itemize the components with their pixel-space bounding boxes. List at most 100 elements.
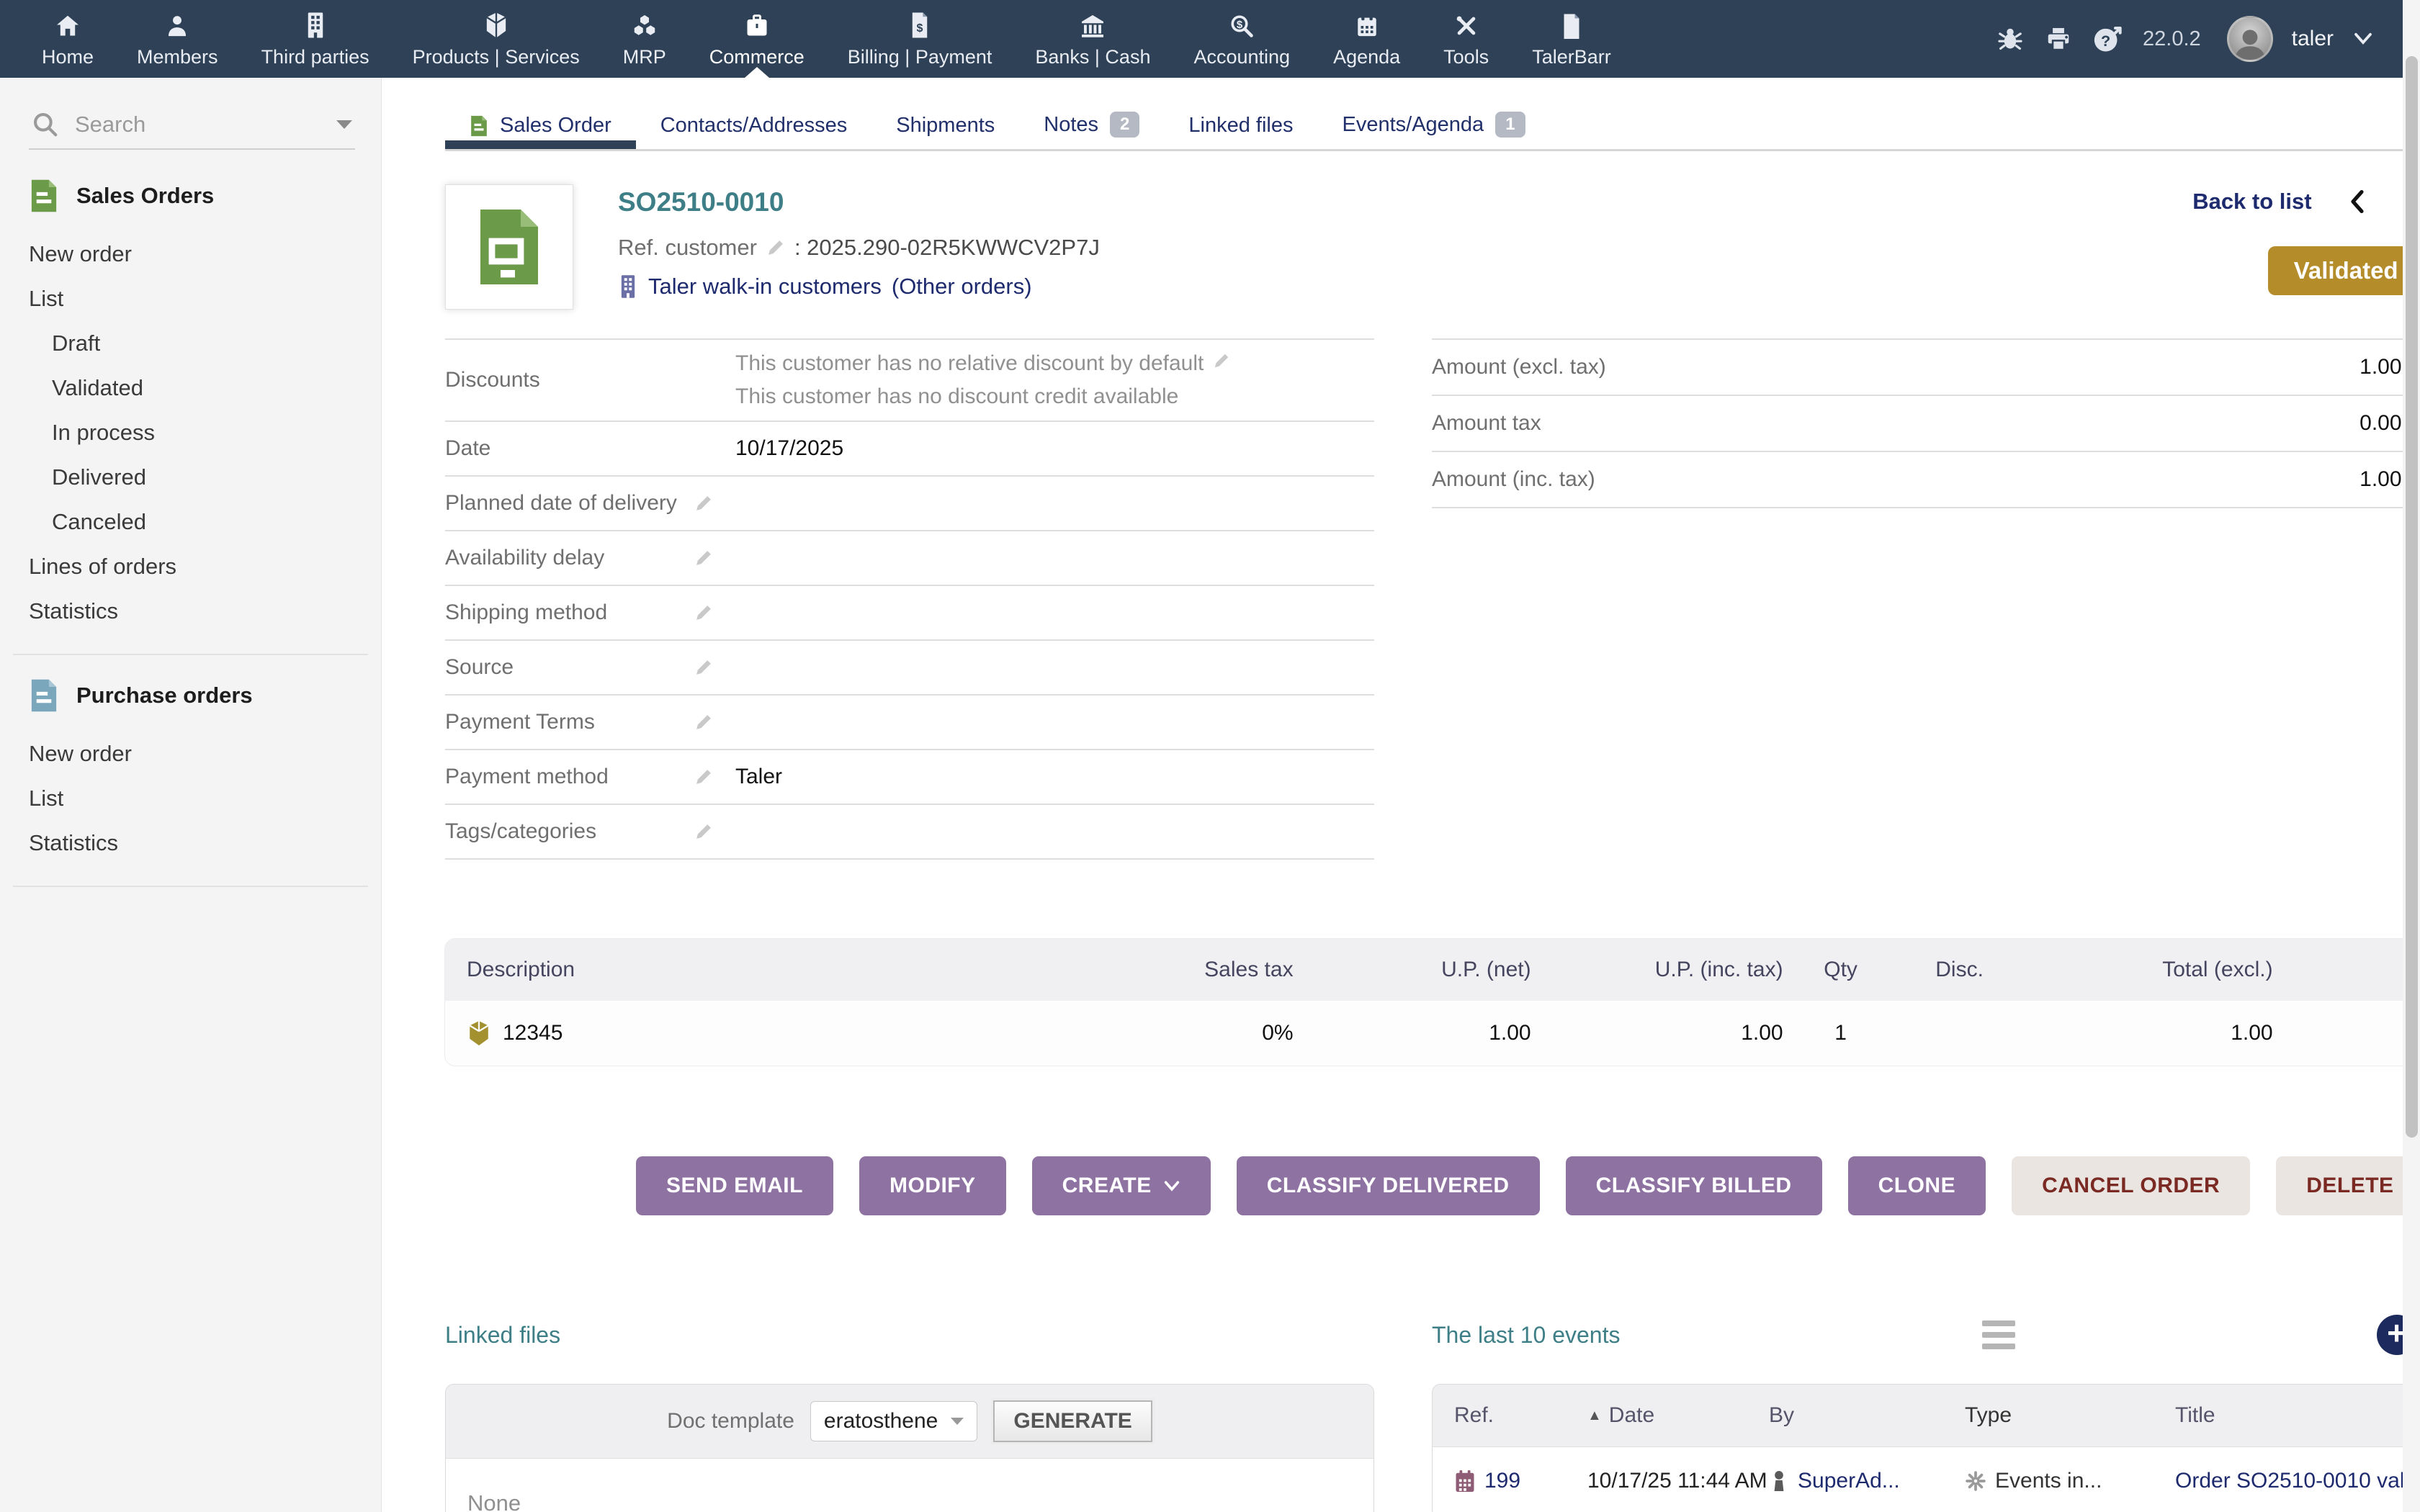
mrp-icon [632, 10, 658, 39]
field-row-planned-delivery: Planned date of delivery [445, 477, 1374, 531]
search-dropdown-caret-icon[interactable] [336, 120, 352, 129]
other-orders-link[interactable]: (Other orders) [892, 274, 1032, 300]
sidebar-item-delivered[interactable]: Delivered [29, 455, 381, 500]
notes-count-badge: 2 [1110, 112, 1139, 138]
events-menu-icon[interactable] [1982, 1320, 2015, 1349]
prev-record-icon[interactable] [2347, 189, 2368, 215]
page-vertical-scrollbar[interactable] [2403, 0, 2420, 1512]
ref-customer-value: : 2025.290-02R5KWWCV2P7J [794, 235, 1100, 261]
sidebar-item-po-new-order[interactable]: New order [29, 732, 381, 776]
sidebar-item-po-statistics[interactable]: Statistics [29, 821, 381, 865]
sidebar-section-purchase-orders: Purchase orders New order List Statistic… [0, 671, 381, 870]
nav-talerbarr[interactable]: TalerBarr [1510, 0, 1633, 78]
nav-commerce[interactable]: Commerce [688, 0, 826, 78]
edit-pencil-icon[interactable] [694, 657, 735, 678]
tools-icon [1454, 10, 1479, 39]
customer-link[interactable]: Taler walk-in customers [648, 274, 882, 300]
sales-order-doc-icon [475, 205, 544, 289]
edit-pencil-icon[interactable] [694, 822, 735, 842]
sidebar-item-canceled[interactable]: Canceled [29, 500, 381, 544]
edit-pencil-icon[interactable] [694, 767, 735, 787]
event-calendar-icon [1454, 1469, 1476, 1493]
svg-text:$: $ [1237, 19, 1243, 31]
nav-accounting[interactable]: $ Accounting [1172, 0, 1312, 78]
sidebar-divider [13, 654, 368, 655]
modify-button[interactable]: MODIFY [859, 1156, 1006, 1215]
nav-products-services[interactable]: Products | Services [391, 0, 601, 78]
nav-members[interactable]: Members [115, 0, 240, 78]
classify-delivered-button[interactable]: CLASSIFY DELIVERED [1237, 1156, 1540, 1215]
event-row[interactable]: 199 10/17/25 11:44 AM SuperAd... [1433, 1447, 2420, 1512]
event-title-link[interactable]: Order SO2510-0010 validate [2175, 1469, 2420, 1493]
doc-template-select[interactable]: eratosthene [810, 1401, 977, 1441]
sidebar-item-new-order[interactable]: New order [29, 232, 381, 276]
nav-third-parties[interactable]: Third parties [240, 0, 391, 78]
events-panel: The last 10 events + Ref. ▲Date By Type … [1432, 1315, 2420, 1512]
back-to-list-link[interactable]: Back to list [2192, 189, 2311, 215]
edit-pencil-icon[interactable] [694, 493, 735, 513]
edit-pencil-icon[interactable] [694, 548, 735, 568]
purchase-orders-section-title: Purchase orders [29, 678, 381, 713]
tab-sales-order[interactable]: Sales Order [445, 114, 636, 149]
user-avatar[interactable] [2227, 16, 2273, 62]
tab-notes[interactable]: Notes 2 [1019, 112, 1164, 149]
nav-label: MRP [623, 46, 666, 68]
svg-text:$: $ [917, 21, 923, 34]
sidebar-item-po-list[interactable]: List [29, 776, 381, 821]
navbar-right: ? 22.0.2 taler [1996, 0, 2420, 78]
building-icon [305, 10, 326, 39]
tab-events-agenda[interactable]: Events/Agenda 1 [1317, 112, 1549, 149]
nav-billing-payment[interactable]: $ Billing | Payment [826, 0, 1014, 78]
sidebar-item-draft[interactable]: Draft [29, 321, 381, 366]
scrollbar-thumb[interactable] [2406, 56, 2418, 1138]
send-email-button[interactable]: SEND EMAIL [636, 1156, 833, 1215]
generate-button[interactable]: GENERATE [993, 1400, 1152, 1442]
event-by-link[interactable]: SuperAd... [1798, 1469, 1900, 1493]
product-ref[interactable]: 12345 [503, 1021, 563, 1045]
sidebar-divider [13, 886, 368, 887]
help-icon[interactable]: ? [2092, 24, 2124, 53]
search-input[interactable] [75, 112, 313, 138]
user-menu-chevron-icon[interactable] [2352, 31, 2374, 47]
order-lines-table: Description Sales tax U.P. (net) U.P. (i… [445, 939, 2420, 1066]
ref-customer-line: Ref. customer : 2025.290-02R5KWWCV2P7J [618, 235, 1100, 261]
nav-label: Products | Services [413, 46, 580, 68]
event-date: 10/17/25 11:44 AM [1587, 1469, 1769, 1493]
nav-agenda[interactable]: Agenda [1312, 0, 1422, 78]
sidebar-item-statistics[interactable]: Statistics [29, 589, 381, 634]
edit-pencil-icon[interactable] [766, 238, 786, 258]
sidebar-item-list[interactable]: List [29, 276, 381, 321]
sidebar-item-lines-of-orders[interactable]: Lines of orders [29, 544, 381, 589]
select-caret-icon [951, 1418, 964, 1425]
tab-contacts-addresses[interactable]: Contacts/Addresses [636, 114, 872, 149]
sidebar-item-in-process[interactable]: In process [29, 410, 381, 455]
user-name[interactable]: taler [2292, 27, 2334, 51]
order-line-row[interactable]: 12345 0% 1.00 1.00 1 1.00 [445, 1001, 2420, 1066]
object-header: SO2510-0010 Ref. customer : 2025.290-02R… [445, 184, 2420, 310]
members-icon [165, 10, 189, 39]
edit-pencil-icon[interactable] [694, 712, 735, 732]
nav-tools[interactable]: Tools [1422, 0, 1510, 78]
event-ref-link[interactable]: 199 [1484, 1469, 1520, 1493]
print-icon[interactable] [2043, 25, 2074, 53]
edit-pencil-icon[interactable] [694, 603, 735, 623]
events-heading: The last 10 events [1432, 1322, 1620, 1349]
sidebar-item-validated[interactable]: Validated [29, 366, 381, 410]
app-screen: Home Members Third parties Products | Se… [0, 0, 2420, 1512]
delete-button[interactable]: DELETE [2276, 1156, 2420, 1215]
classify-billed-button[interactable]: CLASSIFY BILLED [1566, 1156, 1822, 1215]
cancel-order-button[interactable]: CANCEL ORDER [2012, 1156, 2250, 1215]
sales-order-doc-icon [29, 179, 59, 213]
tab-linked-files[interactable]: Linked files [1164, 114, 1317, 149]
nav-home[interactable]: Home [20, 0, 115, 78]
nav-label: Billing | Payment [848, 46, 992, 68]
create-button[interactable]: CREATE [1032, 1156, 1211, 1215]
tab-shipments[interactable]: Shipments [871, 114, 1019, 149]
edit-pencil-icon[interactable] [1212, 351, 1231, 375]
clone-button[interactable]: CLONE [1848, 1156, 1986, 1215]
nav-banks-cash[interactable]: Banks | Cash [1013, 0, 1172, 78]
nav-mrp[interactable]: MRP [601, 0, 688, 78]
sidebar-search[interactable] [29, 105, 355, 150]
debug-bug-icon[interactable] [1996, 25, 2025, 53]
svg-text:?: ? [2101, 32, 2110, 50]
